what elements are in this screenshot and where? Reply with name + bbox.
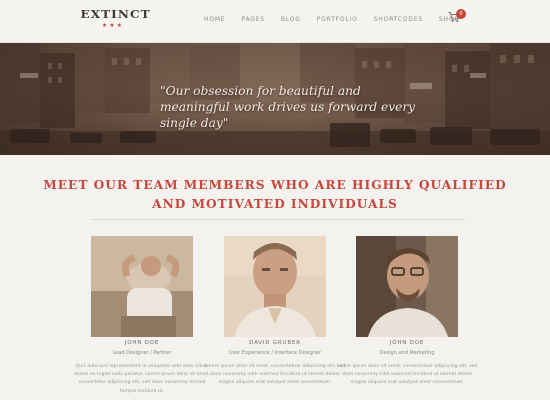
team-member-role: Design and Marketing (379, 350, 435, 356)
site-logo[interactable]: EXTINCT ★★★ (80, 7, 151, 29)
team-member-photo[interactable] (91, 236, 193, 337)
team-member-bio: Quis aute iure reprehenderit in voluptat… (73, 364, 211, 394)
team-member-bio: Lorem ipsum dolor sit amet, consectetuer… (204, 364, 346, 386)
team-member-role: Lead Designer / Partner (112, 350, 172, 356)
team-member-bio: Lorem ipsum dolor sit amet, consectetuer… (336, 364, 478, 386)
team-member-photo[interactable] (356, 236, 458, 337)
team-member-name: DAVID GRUBER (249, 340, 301, 346)
cart-count-badge: 0 (456, 9, 466, 19)
person-portrait-image (356, 236, 458, 337)
logo-text: EXTINCT (80, 7, 151, 21)
nav-shortcodes[interactable]: SHORTCODES (374, 16, 423, 23)
team-member-name: JOHN DOE (124, 340, 160, 346)
section-divider (90, 219, 465, 220)
person-portrait-image (91, 236, 193, 337)
nav-pages[interactable]: PAGES (241, 16, 264, 23)
nav-portfolio[interactable]: PORTFOLIO (317, 16, 358, 23)
team-member-role: User Experience / Interface Designer (228, 350, 322, 356)
nav-home[interactable]: HOME (204, 16, 225, 23)
hero-banner: "Our obsession for beautiful and meaning… (0, 43, 550, 155)
person-portrait-image (224, 236, 326, 337)
team-member-photo[interactable] (224, 236, 326, 337)
site-header: EXTINCT ★★★ HOME PAGES BLOG PORTFOLIO SH… (0, 0, 550, 43)
team-member-name: JOHN DOE (389, 340, 425, 346)
hero-quote: "Our obsession for beautiful and meaning… (160, 84, 416, 130)
main-nav: HOME PAGES BLOG PORTFOLIO SHORTCODES SHO… (204, 16, 475, 23)
nav-blog[interactable]: BLOG (281, 16, 301, 23)
team-section-heading: MEET OUR TEAM MEMBERS WHO ARE HIGHLY QUA… (43, 178, 507, 211)
logo-stars: ★★★ (101, 22, 125, 29)
